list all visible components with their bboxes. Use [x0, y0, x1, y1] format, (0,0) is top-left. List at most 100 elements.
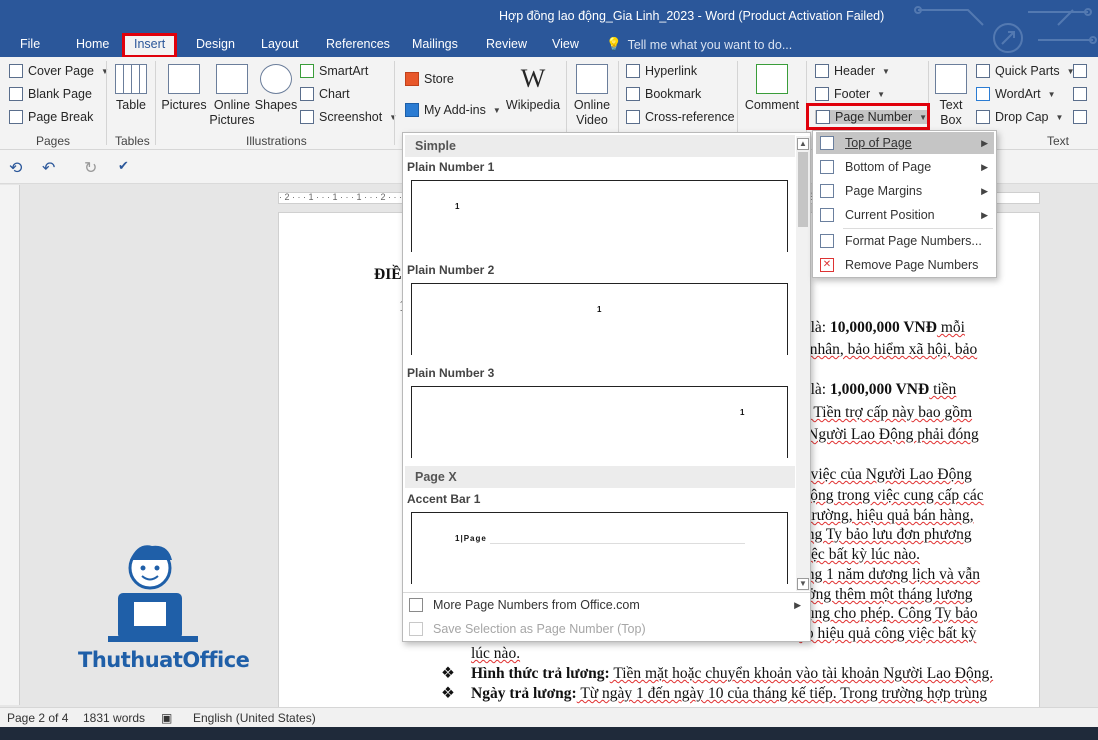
gallery-item-label: Plain Number 1 [407, 160, 495, 174]
spelling-check-icon[interactable]: ✔ [118, 158, 129, 174]
page-break-label: Page Break [28, 110, 94, 124]
pictures-button[interactable]: Pictures [161, 64, 207, 113]
table-label: Table [116, 98, 146, 112]
drop-cap-button[interactable]: Drop Cap ▼ [976, 110, 1063, 124]
undo-icon[interactable]: ↶ [42, 158, 55, 178]
gallery-scrollbar[interactable]: ▲ ▼ [796, 136, 810, 591]
divider [394, 61, 395, 145]
save-selection-icon [409, 622, 423, 636]
menu-item-remove-page-numbers[interactable]: ✕ Remove Page Numbers [816, 254, 994, 276]
tab-mailings[interactable]: Mailings [412, 37, 458, 51]
wikipedia-button[interactable]: W Wikipedia [505, 64, 561, 113]
menu-item-format-page-numbers[interactable]: Format Page Numbers... [816, 230, 994, 252]
window-title: Hợp đồng lao động_Gia Linh_2023 - Word (… [499, 9, 885, 23]
page-number-gallery: Simple Plain Number 1 1 Plain Number 2 1… [402, 132, 811, 642]
quick-parts-button[interactable]: Quick Parts ▼ [976, 64, 1075, 78]
tab-home[interactable]: Home [76, 37, 109, 51]
bullet-icon: ❖ [441, 665, 455, 682]
tab-layout[interactable]: Layout [261, 37, 299, 51]
date-time-button[interactable] [1073, 87, 1098, 101]
online-pictures-button[interactable]: Online Pictures [209, 64, 255, 128]
footer-button[interactable]: Footer ▼ [815, 87, 885, 101]
doc-bullet: Ngày trả lương: Từ ngày 1 đến ngày 10 củ… [471, 685, 987, 703]
tab-references[interactable]: References [326, 37, 390, 51]
scroll-up-icon[interactable]: ▲ [797, 138, 809, 150]
page-number-preview: 1 [455, 202, 460, 211]
text-box-icon [935, 64, 967, 94]
bookmark-button[interactable]: Bookmark [626, 87, 701, 101]
wordart-label: WordArt [995, 87, 1041, 101]
redo-icon[interactable]: ↻ [84, 158, 97, 178]
vertical-ruler [0, 185, 20, 705]
tab-design[interactable]: Design [196, 37, 235, 51]
tell-me-box[interactable]: 💡 Tell me what you want to do... [606, 37, 792, 52]
page-count[interactable]: Page 2 of 4 [7, 711, 68, 725]
hyperlink-button[interactable]: Hyperlink [626, 64, 697, 78]
scrollbar-thumb[interactable] [798, 152, 808, 227]
chevron-right-icon: ▶ [794, 600, 801, 610]
page-number-menu: Top of Page ▶ Bottom of Page ▶ Page Margin… [812, 130, 997, 278]
menu-item-page-margins[interactable]: Page Margins ▶ [816, 180, 994, 202]
doc-line: ấp hiệu quả công việc bất kỳ [799, 625, 977, 642]
link-icon [626, 64, 640, 78]
doc-line: việc bất kỳ lúc nào. [799, 546, 920, 563]
signature-line-button[interactable] [1073, 64, 1098, 78]
chart-button[interactable]: Chart [300, 87, 350, 101]
save-icon[interactable]: ⟲ [9, 158, 22, 178]
wikipedia-label: Wikipedia [505, 98, 561, 112]
header-button[interactable]: Header ▼ [815, 64, 890, 78]
menu-item-label: Top of Page [845, 136, 912, 150]
scroll-down-icon[interactable]: ▼ [797, 578, 809, 590]
chart-icon [300, 87, 314, 101]
comment-icon [756, 64, 788, 94]
tab-view[interactable]: View [552, 37, 579, 51]
more-page-numbers-item[interactable]: More Page Numbers from Office.com [409, 598, 640, 612]
plain-number-2-thumbnail[interactable]: 1 [411, 283, 788, 355]
doc-line: lúc nào. [471, 645, 521, 662]
accent-bar-1-thumbnail[interactable]: 1|Page [411, 512, 788, 584]
menu-item-current-position[interactable]: Current Position ▶ [816, 204, 994, 226]
blank-page-button[interactable]: Blank Page [9, 87, 92, 101]
salary-amount: 10,000,000 VNĐ [830, 319, 937, 336]
chevron-right-icon: ▶ [981, 185, 988, 196]
cross-reference-button[interactable]: Cross-reference [626, 110, 735, 124]
menu-item-label: Bottom of Page [845, 160, 932, 174]
cover-page-button[interactable]: Cover Page ▼ [9, 64, 109, 78]
table-button[interactable]: Table [114, 64, 148, 113]
comment-button[interactable]: Comment [744, 64, 800, 113]
chevron-down-icon: ▼ [101, 66, 109, 76]
object-button[interactable] [1073, 110, 1098, 124]
chevron-down-icon: ▼ [1055, 112, 1064, 122]
smartart-button[interactable]: SmartArt [300, 64, 368, 78]
cover-page-label: Cover Page [28, 64, 95, 78]
tab-insert[interactable]: Insert [121, 33, 178, 58]
plain-number-3-thumbnail[interactable]: 1 [411, 386, 788, 458]
language-indicator[interactable]: English (United States) [193, 711, 316, 725]
text-box-button[interactable]: Text Box [934, 64, 968, 128]
menu-item-top-of-page[interactable]: Top of Page ▶ [816, 132, 994, 154]
word-count[interactable]: 1831 words [83, 711, 145, 725]
blank-page-label: Blank Page [28, 87, 92, 101]
header-icon [815, 64, 829, 78]
wordart-button[interactable]: WordArt ▼ [976, 87, 1056, 101]
my-addins-button[interactable]: My Add-ins ▼ [405, 103, 501, 117]
screenshot-button[interactable]: Screenshot▼ [300, 110, 397, 124]
bookmark-label: Bookmark [645, 87, 702, 101]
menu-item-bottom-of-page[interactable]: Bottom of Page ▶ [816, 156, 994, 178]
lightbulb-icon: 💡 [606, 37, 622, 51]
plain-number-1-thumbnail[interactable]: 1 [411, 180, 788, 252]
save-selection-item[interactable]: Save Selection as Page Number (Top) [409, 622, 646, 636]
gallery-section-page-x: Page X [405, 466, 795, 488]
shapes-button[interactable]: Shapes [255, 64, 297, 113]
remove-page-numbers-icon: ✕ [820, 258, 834, 272]
page-break-button[interactable]: Page Break [9, 110, 93, 124]
page-margins-icon [820, 184, 834, 198]
online-video-button[interactable]: Online Video [572, 64, 612, 128]
proofing-icon[interactable]: ▣ [161, 711, 172, 725]
tab-file[interactable]: File [20, 37, 40, 51]
format-page-numbers-icon [820, 234, 834, 248]
tab-review[interactable]: Review [486, 37, 527, 51]
my-addins-icon [405, 103, 419, 117]
store-button[interactable]: Store [405, 72, 454, 86]
menu-item-label: Remove Page Numbers [845, 258, 979, 272]
